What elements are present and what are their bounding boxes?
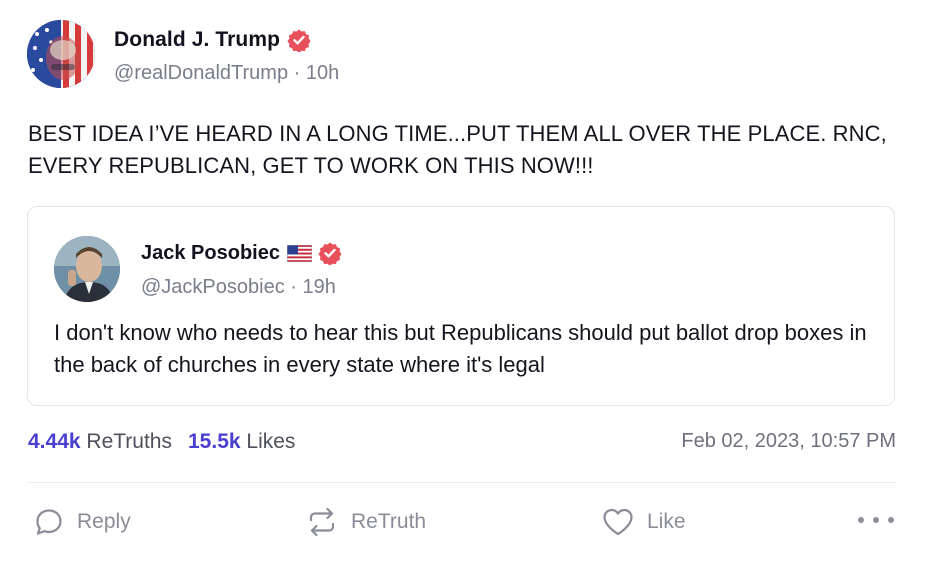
more-dot [873, 517, 879, 523]
heart-icon [603, 508, 633, 536]
author-handle-line: @realDonaldTrump · 10h [114, 62, 339, 85]
post-card: Donald J. Trump @realDonaldTrump · 10h B… [0, 0, 930, 568]
quoted-display-name[interactable]: Jack Posobiec [141, 242, 280, 265]
post-text: BEST IDEA I’VE HEARD IN A LONG TIME...PU… [28, 121, 887, 178]
quoted-name-line: Jack Posobiec [141, 241, 342, 266]
more-horizontal-icon[interactable] [858, 510, 894, 530]
verified-badge-icon [318, 241, 342, 266]
avatar[interactable] [27, 20, 95, 88]
author-display-name[interactable]: Donald J. Trump [114, 28, 280, 52]
quoted-handle-line: @JackPosobiec · 19h [141, 276, 342, 299]
post-age[interactable]: 10h [306, 62, 339, 84]
post-stats: 4.44k ReTruths 15.5k Likes [28, 430, 295, 454]
retruths-label: ReTruths [86, 430, 172, 453]
quoted-author-row: Jack Posobiec @JackPosobiec · 19h [54, 236, 342, 302]
quoted-author-meta: Jack Posobiec @JackPosobiec · 19h [141, 236, 342, 302]
post-timestamp: Feb 02, 2023, 10:57 PM [681, 430, 896, 452]
more-dot [858, 517, 864, 523]
quoted-post[interactable]: Jack Posobiec @JackPosobiec · 19h I don'… [27, 206, 895, 406]
likes-stat[interactable]: 15.5k Likes [188, 430, 295, 453]
author-meta: Donald J. Trump @realDonaldTrump · 10h [114, 20, 339, 85]
retruth-button[interactable]: ReTruth [305, 500, 426, 544]
quoted-post-text: I don't know who needs to hear this but … [54, 320, 867, 377]
reply-label: Reply [77, 510, 131, 533]
reply-icon [36, 509, 62, 535]
retruth-icon [309, 507, 335, 537]
retruths-count: 4.44k [28, 430, 81, 453]
meta-separator: · [293, 62, 301, 84]
retruth-label: ReTruth [351, 510, 427, 533]
like-label: Like [647, 510, 686, 533]
more-dot [888, 517, 894, 523]
us-flag-icon [286, 244, 313, 262]
like-button[interactable]: Like [601, 500, 686, 544]
action-bar: Reply ReTruth Like [0, 500, 930, 544]
quoted-avatar[interactable] [54, 236, 120, 302]
quoted-post-age[interactable]: 19h [303, 276, 336, 298]
meta-separator: · [290, 276, 297, 298]
divider [27, 482, 897, 483]
quoted-handle[interactable]: @JackPosobiec [141, 276, 285, 298]
post-author-row: Donald J. Trump @realDonaldTrump · 10h [27, 20, 339, 88]
verified-badge-icon [287, 28, 311, 53]
likes-count: 15.5k [188, 430, 241, 453]
retruths-stat[interactable]: 4.44k ReTruths [28, 430, 172, 453]
likes-label: Likes [246, 430, 296, 453]
author-handle[interactable]: @realDonaldTrump [114, 62, 288, 84]
reply-button[interactable]: Reply [33, 500, 131, 544]
author-name-line: Donald J. Trump [114, 28, 339, 53]
